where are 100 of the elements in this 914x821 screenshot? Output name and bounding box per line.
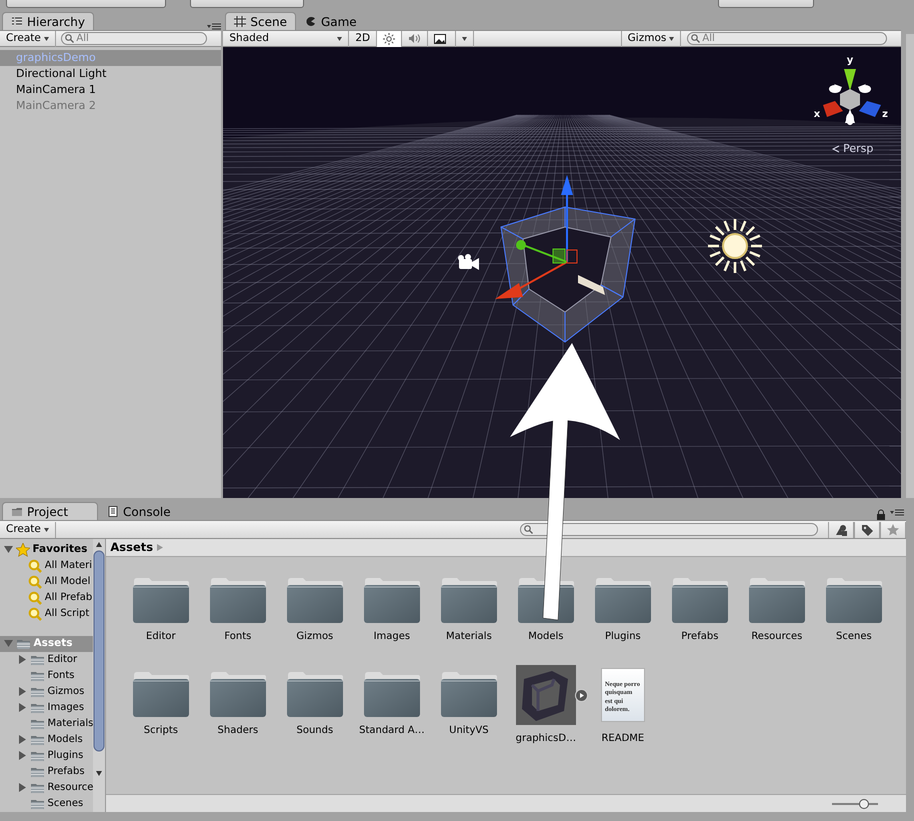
star-icon <box>16 542 30 557</box>
folder-icon <box>824 577 883 623</box>
tree-item[interactable]: Gizmos <box>48 684 84 700</box>
asset-label[interactable]: Fonts <box>224 629 252 644</box>
expand-arrow-icon[interactable] <box>18 655 27 664</box>
asset-label[interactable]: Sounds <box>296 723 334 738</box>
camera-icon[interactable] <box>458 254 480 270</box>
asset-label[interactable]: Gizmos <box>296 629 334 644</box>
folder-icon <box>30 654 45 666</box>
folder-icon <box>30 782 45 794</box>
folder-icon <box>11 506 23 517</box>
folder-icon <box>16 638 31 650</box>
expand-arrow-icon[interactable] <box>18 703 27 712</box>
folder-icon <box>132 671 190 717</box>
breadcrumb[interactable]: Assets <box>110 538 154 556</box>
folder-icon <box>440 671 498 717</box>
asset-label[interactable]: Editor <box>146 629 176 644</box>
asset-label[interactable]: Images <box>374 629 410 644</box>
star-icon[interactable] <box>887 524 899 536</box>
grid-icon <box>234 16 246 27</box>
panel-tab[interactable]: Console <box>98 502 180 520</box>
search-field[interactable]: All <box>687 32 888 45</box>
caret-icon <box>157 544 164 551</box>
favorite-search[interactable]: All Materi <box>44 558 92 574</box>
asset-label[interactable]: Scenes <box>836 629 872 644</box>
tree-item[interactable]: Models <box>48 732 83 748</box>
asset-label[interactable]: Materials <box>446 629 492 644</box>
asset-label[interactable]: README <box>601 731 644 746</box>
folder-icon <box>440 577 498 623</box>
caret-icon[interactable] <box>462 36 468 40</box>
create-dropdown[interactable]: Create <box>0 522 56 538</box>
filter-by-type-icon[interactable] <box>835 524 847 536</box>
caret-icon <box>44 528 49 532</box>
asset-label[interactable]: Plugins <box>604 629 641 644</box>
scrollbar[interactable] <box>93 539 106 812</box>
expand-arrow-icon[interactable] <box>4 545 13 554</box>
search-icon <box>65 34 74 43</box>
folder-icon <box>30 798 45 810</box>
panel-tab[interactable]: Project <box>2 502 98 520</box>
expand-arrow-icon[interactable] <box>18 687 27 696</box>
tree-item[interactable]: Materials <box>48 716 94 732</box>
tree-item[interactable]: Editor <box>48 652 78 668</box>
asset-label[interactable]: Standard A… <box>359 723 425 738</box>
magnifier-icon <box>28 606 42 621</box>
panel-menu-icon[interactable] <box>206 22 221 30</box>
expand-arrow-icon[interactable] <box>18 751 27 760</box>
axis-label: y <box>847 55 854 66</box>
axis-label: x <box>814 109 821 120</box>
folder-icon <box>30 686 45 698</box>
tree-item[interactable]: Prefabs <box>48 764 85 780</box>
tree-item[interactable]: Images <box>48 700 84 716</box>
tree-item[interactable]: Resource <box>48 780 94 796</box>
asset-label[interactable]: UnityVS <box>449 723 489 738</box>
favorite-search[interactable]: All Prefab <box>44 590 92 606</box>
slider-thumb[interactable] <box>859 798 870 809</box>
folder-icon <box>286 577 344 623</box>
panel-tab[interactable]: Hierarchy <box>2 12 94 30</box>
tree-item[interactable]: Fonts <box>48 668 74 684</box>
lighting-toggle-icon[interactable] <box>383 32 396 44</box>
model-thumbnail[interactable] <box>516 665 576 725</box>
hierarchy-item[interactable]: MainCamera 1 <box>0 82 221 98</box>
caret-icon <box>337 36 342 40</box>
asset-label[interactable]: Models <box>528 629 564 644</box>
favorite-search[interactable]: All Script <box>44 606 90 622</box>
hierarchy-item[interactable]: Directional Light <box>0 66 221 82</box>
tree-item[interactable]: Plugins <box>48 748 84 764</box>
asset-label[interactable]: Shaders <box>218 723 258 738</box>
cube-drawing[interactable] <box>500 206 636 343</box>
folder-icon <box>362 577 421 623</box>
folder-icon <box>748 577 806 623</box>
sun-icon[interactable] <box>707 218 764 274</box>
image-icon[interactable] <box>434 34 446 44</box>
search-field[interactable]: All <box>61 32 208 45</box>
magnifier-icon <box>28 558 42 573</box>
asset-label[interactable]: graphicsD… <box>516 731 576 746</box>
move-gizmo-drawing[interactable] <box>495 175 606 299</box>
scene-view[interactable]: y x z Persp <box>223 47 902 498</box>
asset-label[interactable]: Scripts <box>144 723 178 738</box>
asset-label[interactable]: Prefabs <box>681 629 718 644</box>
lock-icon[interactable] <box>876 509 886 520</box>
expand-arrow-icon[interactable] <box>18 735 27 744</box>
play-icon[interactable] <box>574 689 588 702</box>
speaker-icon[interactable] <box>408 33 422 44</box>
asset-label[interactable]: Resources <box>751 629 802 644</box>
panel-tab[interactable]: Game <box>296 12 366 30</box>
orientation-gizmo-drawing[interactable] <box>823 69 882 125</box>
folder-icon <box>30 734 45 746</box>
list-icon <box>11 16 23 27</box>
tag-icon[interactable] <box>861 524 873 536</box>
folder-icon <box>30 702 45 714</box>
panel-tab[interactable]: Scene <box>225 12 296 30</box>
search-field[interactable] <box>520 523 818 536</box>
magnifier-icon <box>28 574 42 589</box>
axis-label: z <box>882 109 888 120</box>
favorites-label[interactable]: Favorites <box>32 542 88 558</box>
projection-label[interactable]: Persp <box>843 141 874 158</box>
tree-item[interactable]: Scenes <box>48 796 84 812</box>
panel-menu-icon[interactable] <box>890 508 904 516</box>
favorite-search[interactable]: All Model <box>44 574 90 590</box>
expand-arrow-icon[interactable] <box>18 783 27 792</box>
